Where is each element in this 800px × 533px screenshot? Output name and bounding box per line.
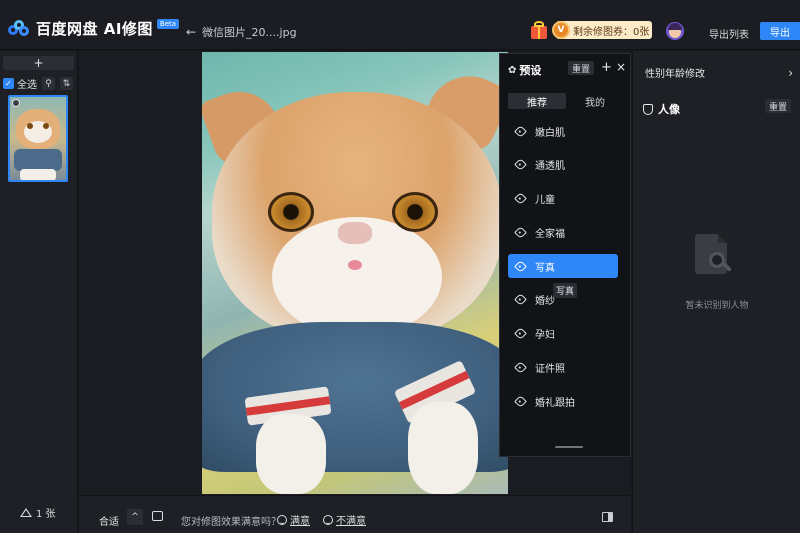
tag-icon — [514, 191, 527, 205]
preset-title: 预设 — [519, 64, 542, 77]
preset-item-portrait[interactable]: 写真 — [508, 254, 618, 278]
image-count-label: 1 张 — [36, 509, 56, 520]
coupon-balance[interactable]: V 剩余修图券：0张 — [552, 21, 652, 39]
app-logo: 百度网盘 AI修图 Beta — [8, 18, 180, 39]
cat-photo — [202, 52, 508, 494]
preset-panel: ✿ 预设 重置 + × 推荐 我的 嫩白肌 通透肌 儿童 全家福 写真 婚纱 孕… — [499, 53, 631, 457]
zoom-fit-label[interactable]: 合适 — [99, 513, 119, 528]
unsatisfied-button[interactable]: 不满意 — [323, 512, 366, 527]
person-section-header: 人像 重置 — [643, 99, 793, 117]
portrait-icon — [643, 103, 653, 115]
back-arrow-icon: ← — [186, 25, 197, 39]
satisfaction-question: 您对修图效果满意吗？ — [181, 517, 281, 528]
tab-recommended[interactable]: 推荐 — [508, 93, 566, 109]
sort-icon[interactable]: ⇅ — [60, 77, 73, 90]
compare-icon[interactable] — [602, 512, 613, 522]
select-all-checkbox[interactable]: ✓ — [3, 78, 14, 89]
person-title: 人像 — [658, 103, 680, 116]
preset-item-label: 孕妇 — [535, 329, 555, 341]
thumbnail-select-icon[interactable] — [12, 99, 20, 107]
unsatisfied-label: 不满意 — [336, 516, 366, 527]
smile-icon — [277, 514, 287, 525]
gender-age-label: 性别年龄修改 — [645, 69, 705, 80]
close-icon[interactable]: × — [616, 60, 626, 74]
bottom-toolbar: 合适 ^ 您对修图效果满意吗？ 满意 不满意 — [79, 495, 631, 533]
tag-icon — [514, 394, 527, 408]
preset-item-id-photo[interactable]: 证件照 — [508, 355, 618, 379]
no-person-search-icon — [695, 234, 732, 280]
tag-icon — [514, 124, 527, 138]
add-image-button[interactable]: + — [3, 56, 74, 70]
filter-icon[interactable]: ⚲ — [42, 77, 55, 90]
preset-item-children[interactable]: 儿童 — [508, 186, 618, 210]
back-button[interactable]: ← 微信图片_20....jpg — [186, 24, 297, 40]
export-button[interactable]: 导出 — [760, 22, 800, 40]
tag-icon — [514, 157, 527, 171]
person-reset-button[interactable]: 重置 — [765, 99, 792, 113]
preset-item-label: 通透肌 — [535, 160, 565, 172]
preset-item-label: 全家福 — [535, 228, 565, 240]
preset-tooltip: 写真 — [553, 283, 578, 298]
tag-icon — [514, 360, 527, 374]
export-list-button[interactable]: 导出列表 — [709, 26, 749, 41]
tag-icon — [514, 259, 527, 273]
app-title: 百度网盘 AI修图 — [36, 20, 153, 38]
preset-item-wedding-photography[interactable]: 婚礼跟拍 — [508, 389, 618, 413]
thumbnail-sidebar: + ✓ 全选 ⚲ ⇅ 1 张 — [0, 51, 78, 533]
preset-item-label: 儿童 — [535, 194, 555, 206]
top-bar: 百度网盘 AI修图 Beta ← 微信图片_20....jpg V 剩余修图券：… — [0, 0, 800, 50]
preset-item-maternity[interactable]: 孕妇 — [508, 321, 618, 345]
chevron-up-icon[interactable]: ^ — [127, 509, 143, 525]
tag-icon — [514, 326, 527, 340]
beta-badge: Beta — [156, 18, 180, 29]
tag-icon — [514, 225, 527, 239]
adjust-panel: 性别年龄修改 › 人像 重置 暂未识别到人物 — [632, 51, 800, 533]
satisfied-label: 满意 — [290, 516, 310, 527]
gender-age-edit-row[interactable]: 性别年龄修改 › — [645, 65, 793, 81]
image-thumbnail[interactable] — [8, 95, 68, 182]
feedback-icon[interactable] — [152, 511, 163, 521]
frown-icon — [323, 514, 333, 525]
preset-item-label: 写真 — [535, 262, 555, 274]
gift-icon[interactable] — [529, 20, 549, 40]
add-preset-icon[interactable]: + — [601, 60, 612, 75]
coupon-text: 剩余修图券：0张 — [573, 26, 650, 38]
select-all-row: ✓ 全选 ⚲ ⇅ — [3, 76, 73, 91]
image-count: 1 张 — [20, 505, 56, 520]
tag-icon — [514, 292, 527, 306]
satisfied-button[interactable]: 满意 — [277, 512, 310, 527]
preset-item-label: 证件照 — [535, 363, 565, 375]
baidu-netdisk-logo-icon — [8, 19, 30, 38]
preset-header: ✿ 预设 重置 + × — [508, 60, 626, 78]
select-all-label: 全选 — [17, 80, 37, 91]
preset-palette-icon: ✿ — [508, 64, 517, 76]
preset-item-whitening[interactable]: 嫩白肌 — [508, 119, 618, 143]
vip-badge-icon: V — [552, 21, 570, 39]
preset-item-label: 婚纱 — [535, 295, 555, 307]
preset-reset-button[interactable]: 重置 — [568, 61, 595, 75]
preset-item-family[interactable]: 全家福 — [508, 220, 618, 244]
file-name: 微信图片_20....jpg — [202, 26, 297, 39]
preset-tabs: 推荐 我的 — [508, 93, 624, 109]
chevron-right-icon: › — [788, 65, 793, 80]
tab-mine[interactable]: 我的 — [566, 93, 624, 109]
preset-item-label: 婚礼跟拍 — [535, 397, 575, 409]
image-count-icon — [20, 508, 32, 517]
user-avatar[interactable] — [666, 22, 684, 40]
preset-item-label: 嫩白肌 — [535, 127, 565, 139]
empty-state-text: 暂未识别到人物 — [685, 301, 749, 311]
preset-scrollbar[interactable] — [555, 446, 583, 448]
preset-item-clear-skin[interactable]: 通透肌 — [508, 152, 618, 176]
